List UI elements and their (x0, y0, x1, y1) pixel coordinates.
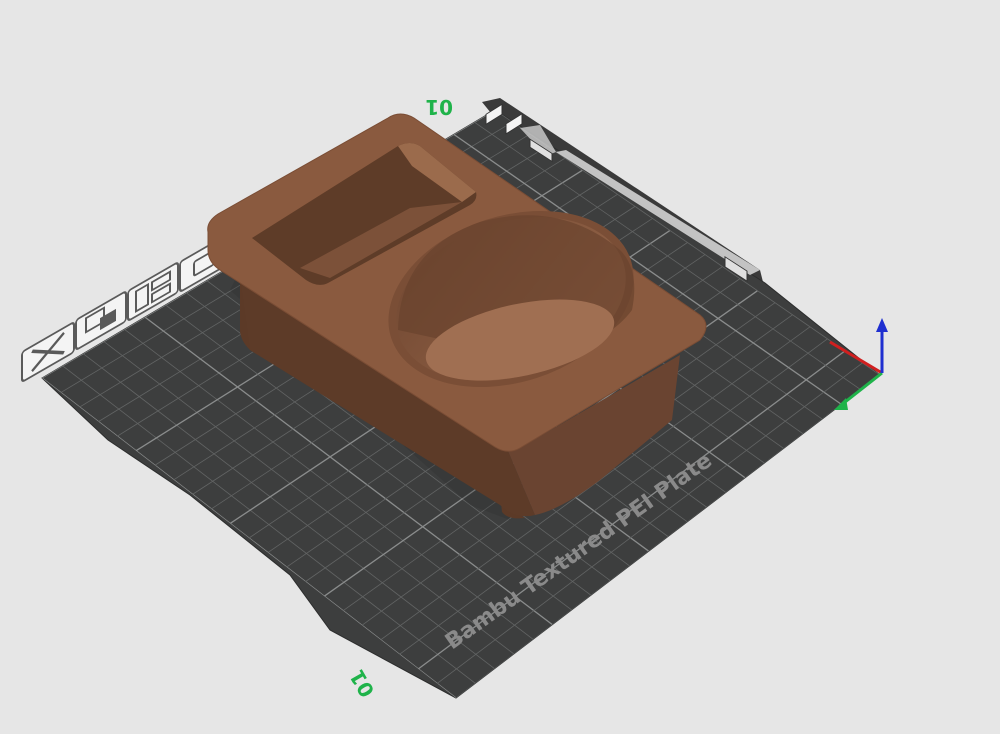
plate-number-bottom: 01 (345, 665, 380, 701)
axis-z-arrow (876, 318, 888, 332)
3d-viewport[interactable]: Bambu Textured PEI Plate 01 01 (0, 0, 1000, 734)
plate-number-top: 01 (425, 95, 453, 119)
scene[interactable]: Bambu Textured PEI Plate 01 01 (0, 0, 1000, 734)
